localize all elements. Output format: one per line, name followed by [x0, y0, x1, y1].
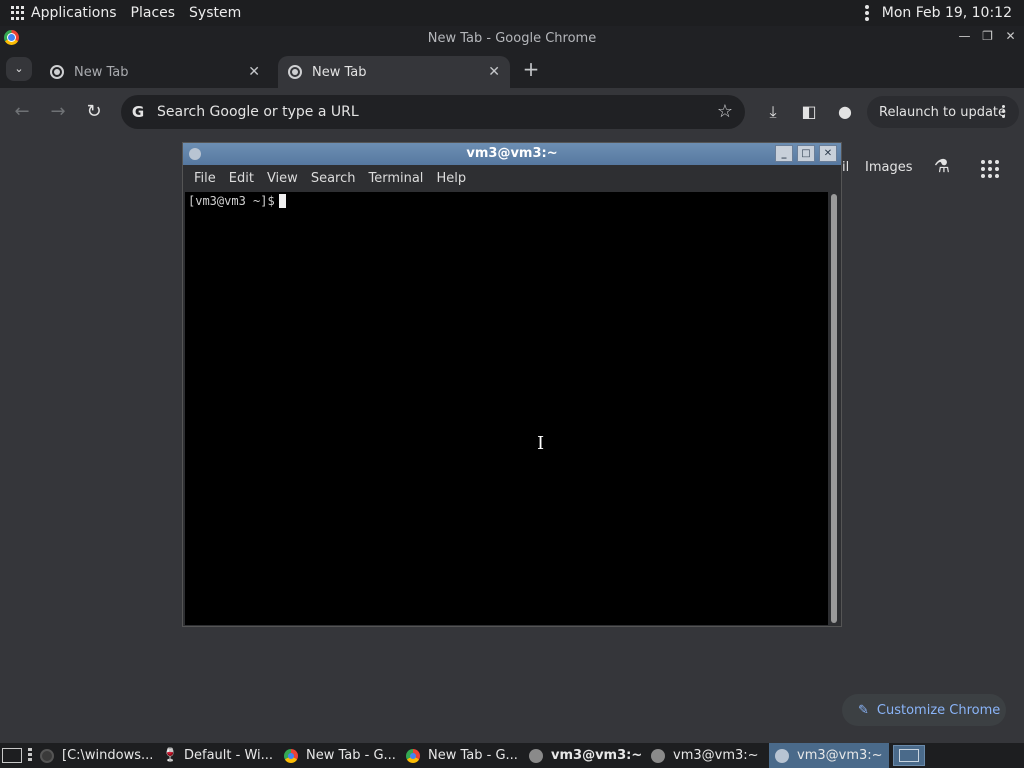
minimize-icon[interactable]: _	[775, 145, 793, 162]
panel-right-area: Mon Feb 19, 10:12	[864, 0, 1012, 26]
maximize-icon[interactable]: □	[797, 145, 815, 162]
profile-icon[interactable]: ●	[833, 100, 857, 124]
menu-help[interactable]: Help	[436, 171, 466, 186]
images-link[interactable]: Images	[865, 160, 913, 175]
terminal-icon	[775, 748, 789, 763]
google-apps-grid-icon[interactable]	[981, 160, 999, 178]
task-label: Default - Wi...	[184, 748, 274, 763]
forward-arrow-icon[interactable]: →	[46, 100, 70, 124]
task-terminal-3[interactable]: vm3@vm3:~	[769, 743, 889, 768]
chrome-logo-icon	[4, 30, 19, 45]
text-cursor	[278, 194, 286, 208]
task-windows-explorer[interactable]: [C:\windows...	[34, 743, 154, 768]
menu-system[interactable]: System	[189, 5, 241, 21]
chrome-tab-favicon-icon	[50, 65, 64, 79]
workspace-switcher[interactable]	[893, 745, 925, 766]
panel-menu-icon[interactable]	[864, 5, 869, 21]
menu-applications[interactable]: Applications	[31, 5, 117, 21]
task-label: New Tab - G...	[306, 748, 396, 763]
tab-close-icon[interactable]: ✕	[488, 64, 500, 80]
task-chrome-1[interactable]: New Tab - G...	[278, 743, 398, 768]
pencil-icon: ✎	[858, 702, 869, 718]
tab-new-tab-2[interactable]: New Tab ✕	[278, 56, 510, 88]
tab-strip: ⌄ New Tab ✕ New Tab ✕ +	[0, 50, 1024, 88]
ibeam-cursor-icon: I	[537, 433, 545, 454]
tab-close-icon[interactable]: ✕	[248, 64, 260, 80]
reload-icon[interactable]: ↻	[82, 100, 106, 124]
wine-icon: 🍷	[162, 747, 179, 763]
omnibox[interactable]: G Search Google or type a URL ☆	[121, 95, 745, 129]
restore-icon[interactable]: ❐	[980, 29, 995, 44]
bottom-taskbar: [C:\windows... 🍷 Default - Wi... New Tab…	[0, 743, 1024, 768]
terminal-title-bar[interactable]: vm3@vm3:~ _ □ ✕	[183, 143, 841, 165]
chrome-title-bar[interactable]: New Tab - Google Chrome — ❐ ✕	[0, 26, 1024, 50]
new-tab-plus-icon[interactable]: +	[520, 58, 542, 80]
terminal-title: vm3@vm3:~	[466, 146, 558, 161]
back-arrow-icon[interactable]: ←	[10, 100, 34, 124]
close-icon[interactable]: ✕	[819, 145, 837, 162]
chrome-tab-favicon-icon	[288, 65, 302, 79]
terminal-output[interactable]: [vm3@vm3 ~]$	[185, 192, 828, 625]
task-label: vm3@vm3:~	[551, 748, 643, 763]
task-label: vm3@vm3:~	[673, 748, 759, 763]
tab-new-tab-1[interactable]: New Tab ✕	[40, 56, 270, 88]
task-terminal-2[interactable]: vm3@vm3:~	[645, 743, 765, 768]
chrome-window-title: New Tab - Google Chrome	[427, 30, 597, 46]
chrome-icon	[284, 748, 298, 763]
applications-grid-icon[interactable]	[11, 6, 25, 20]
show-desktop-icon[interactable]	[2, 748, 22, 763]
customize-chrome-button[interactable]: ✎ Customize Chrome	[842, 694, 1006, 726]
terminal-scrollbar[interactable]	[829, 192, 839, 625]
menu-terminal[interactable]: Terminal	[368, 171, 423, 186]
terminal-icon	[651, 748, 665, 763]
windows-icon	[40, 748, 54, 763]
bookmark-star-icon[interactable]: ☆	[717, 101, 733, 122]
terminal-icon	[529, 748, 543, 763]
menu-edit[interactable]: Edit	[229, 171, 254, 186]
chrome-icon	[406, 748, 420, 763]
terminal-menubar: File Edit View Search Terminal Help	[183, 165, 841, 191]
relaunch-to-update-button[interactable]: Relaunch to update	[867, 96, 1019, 128]
menu-places[interactable]: Places	[131, 5, 176, 21]
task-chrome-2[interactable]: New Tab - G...	[400, 743, 522, 768]
google-g-icon: G	[131, 103, 145, 121]
customize-chrome-label: Customize Chrome	[876, 702, 1001, 718]
terminal-window-controls: _ □ ✕	[775, 145, 837, 162]
chrome-toolbar: ← → ↻ G Search Google or type a URL ☆ ⤓ …	[0, 88, 1024, 136]
gmail-link-partial[interactable]: il	[842, 160, 849, 175]
download-icon[interactable]: ⤓	[761, 100, 785, 124]
task-label: [C:\windows...	[62, 748, 154, 763]
chrome-menu-icon[interactable]	[1002, 105, 1005, 118]
tab-label: New Tab	[74, 64, 129, 80]
tab-label: New Tab	[312, 64, 367, 80]
tab-search-chevron-icon[interactable]: ⌄	[6, 57, 32, 81]
chrome-window-controls: — ❐ ✕	[957, 29, 1018, 44]
relaunch-label: Relaunch to update	[879, 104, 1007, 120]
menu-file[interactable]: File	[194, 171, 216, 186]
task-label: vm3@vm3:~	[797, 748, 883, 763]
top-panel: Applications Places System Mon Feb 19, 1…	[0, 0, 1024, 26]
task-terminal-1[interactable]: vm3@vm3:~	[523, 743, 643, 768]
clock[interactable]: Mon Feb 19, 10:12	[882, 5, 1012, 21]
menu-view[interactable]: View	[267, 171, 298, 186]
menu-search[interactable]: Search	[311, 171, 356, 186]
terminal-window-menu-icon[interactable]	[189, 148, 201, 160]
task-wine-default[interactable]: 🍷 Default - Wi...	[156, 743, 276, 768]
shell-prompt: [vm3@vm3 ~]$	[188, 194, 275, 208]
terminal-window[interactable]: vm3@vm3:~ _ □ ✕ File Edit View Search Te…	[182, 142, 842, 627]
minimize-icon[interactable]: —	[957, 29, 972, 44]
close-icon[interactable]: ✕	[1003, 29, 1018, 44]
omnibox-placeholder[interactable]: Search Google or type a URL	[157, 104, 359, 120]
task-label: New Tab - G...	[428, 748, 518, 763]
side-panel-icon[interactable]: ◧	[797, 100, 821, 124]
labs-flask-icon[interactable]: ⚗	[930, 156, 954, 180]
taskbar-handle-icon[interactable]	[28, 748, 32, 763]
